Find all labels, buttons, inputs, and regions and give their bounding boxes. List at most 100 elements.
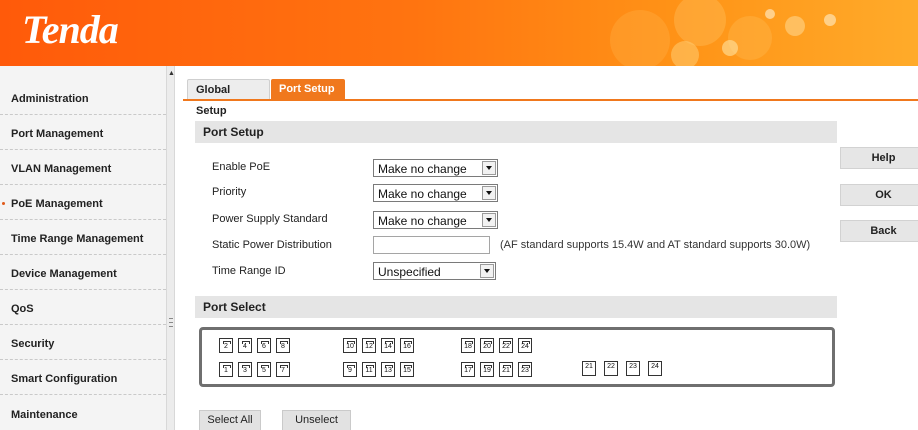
port-10[interactable]: 10: [343, 338, 357, 353]
port-17[interactable]: 17: [461, 362, 475, 377]
sfp-port-22[interactable]: 22: [604, 361, 618, 376]
port-5[interactable]: 5: [257, 362, 271, 377]
sidebar-item-label: Device Management: [11, 268, 117, 280]
port-7[interactable]: 7: [276, 362, 290, 377]
sidebar-item-smart-configuration[interactable]: Smart Configuration: [0, 360, 166, 395]
back-button[interactable]: Back: [840, 220, 918, 242]
port-number: 10: [346, 343, 354, 350]
port-12[interactable]: 12: [362, 338, 376, 353]
sidebar-item-qos[interactable]: QoS: [0, 290, 166, 325]
port-1[interactable]: 1: [219, 362, 233, 377]
collapse-arrow-icon[interactable]: ▲: [168, 70, 175, 77]
sidebar-item-vlan-management[interactable]: VLAN Management: [0, 150, 166, 185]
select-all-button[interactable]: Select All: [199, 410, 261, 430]
port-15[interactable]: 15: [400, 362, 414, 377]
port-9[interactable]: 9: [343, 362, 357, 377]
port-14[interactable]: 14: [381, 338, 395, 353]
port-11[interactable]: 11: [362, 362, 376, 377]
section-title: Port Setup: [203, 125, 264, 139]
port-8[interactable]: 8: [276, 338, 290, 353]
sfp-port-21[interactable]: 21: [582, 361, 596, 376]
port-18[interactable]: 18: [461, 338, 475, 353]
header-bubble-decoration: [610, 0, 836, 66]
chevron-down-icon[interactable]: [482, 213, 496, 227]
chevron-down-icon[interactable]: [480, 264, 494, 278]
enable-poe-label: Enable PoE: [212, 161, 271, 173]
power-supply-standard-select[interactable]: Make no change: [373, 211, 498, 229]
sidebar-splitter[interactable]: ▲: [166, 66, 175, 430]
sidebar-item-label: Smart Configuration: [11, 373, 118, 385]
sfp-port-23[interactable]: 23: [626, 361, 640, 376]
static-power-hint: (AF standard supports 15.4W and AT stand…: [500, 239, 811, 251]
port-20[interactable]: 20: [480, 338, 494, 353]
port-select-panel: 2 4 6 8 10 12 14 16 18 20 22 24 1 3 5 7 9 11 13 15 17 19 21 23 2…: [199, 327, 835, 387]
port-24[interactable]: 24: [518, 338, 532, 353]
port-number: 22: [607, 363, 615, 370]
sidebar-item-device-management[interactable]: Device Management: [0, 255, 166, 290]
port-19[interactable]: 19: [480, 362, 494, 377]
port-3[interactable]: 3: [238, 362, 252, 377]
help-button[interactable]: Help: [840, 147, 918, 169]
sidebar-item-maintenance[interactable]: Maintenance: [0, 395, 166, 430]
port-number: 20: [483, 343, 491, 350]
port-number: 4: [243, 343, 247, 350]
static-power-distribution-label: Static Power Distribution: [212, 239, 332, 251]
time-range-id-select[interactable]: Unspecified: [373, 262, 496, 280]
sidebar-nav: Administration Port Management VLAN Mana…: [0, 66, 166, 430]
port-number: 21: [585, 363, 593, 370]
port-23[interactable]: 23: [518, 362, 532, 377]
port-2[interactable]: 2: [219, 338, 233, 353]
port-number: 5: [262, 367, 266, 374]
port-select-section-header: Port Select: [195, 296, 837, 318]
port-number: 24: [651, 363, 659, 370]
sfp-port-24[interactable]: 24: [648, 361, 662, 376]
port-number: 15: [403, 367, 411, 374]
sidebar-item-poe-management[interactable]: PoE Management: [0, 185, 166, 220]
port-number: 6: [262, 343, 266, 350]
sidebar-item-label: VLAN Management: [11, 163, 112, 175]
active-bullet-icon: [2, 202, 5, 205]
port-number: 18: [464, 343, 472, 350]
port-number: 19: [483, 367, 491, 374]
ok-button[interactable]: OK: [840, 184, 918, 206]
splitter-grip-icon[interactable]: [169, 318, 173, 327]
sidebar-item-administration[interactable]: Administration: [0, 80, 166, 115]
tab-port-setup[interactable]: Port Setup: [271, 79, 345, 100]
port-21[interactable]: 21: [499, 362, 513, 377]
unselect-button[interactable]: Unselect: [282, 410, 351, 430]
port-4[interactable]: 4: [238, 338, 252, 353]
enable-poe-select[interactable]: Make no change: [373, 159, 498, 177]
power-supply-standard-value: Make no change: [378, 214, 467, 228]
static-power-input[interactable]: [373, 236, 490, 254]
sidebar-item-security[interactable]: Security: [0, 325, 166, 360]
port-number: 9: [348, 367, 352, 374]
time-range-id-value: Unspecified: [378, 265, 441, 279]
tab-global-setup[interactable]: Global Setup: [187, 79, 270, 117]
port-number: 21: [502, 367, 510, 374]
port-number: 22: [502, 343, 510, 350]
sidebar-item-label: PoE Management: [11, 198, 103, 210]
sidebar-item-port-management[interactable]: Port Management: [0, 115, 166, 150]
unselect-label: Unselect: [295, 414, 338, 426]
section-title: Port Select: [203, 300, 266, 314]
sidebar-item-label: Maintenance: [11, 409, 78, 421]
tab-underline: [183, 99, 918, 101]
chevron-down-icon[interactable]: [482, 161, 496, 175]
ok-button-label: OK: [875, 189, 892, 201]
port-number: 13: [384, 367, 392, 374]
port-13[interactable]: 13: [381, 362, 395, 377]
enable-poe-value: Make no change: [378, 162, 467, 176]
sidebar-item-label: QoS: [11, 303, 34, 315]
port-6[interactable]: 6: [257, 338, 271, 353]
sidebar-item-label: Port Management: [11, 128, 104, 140]
chevron-down-icon[interactable]: [482, 186, 496, 200]
port-number: 7: [281, 367, 285, 374]
port-number: 8: [281, 343, 285, 350]
port-number: 24: [521, 343, 529, 350]
priority-select[interactable]: Make no change: [373, 184, 498, 202]
port-16[interactable]: 16: [400, 338, 414, 353]
sidebar-item-time-range-management[interactable]: Time Range Management: [0, 220, 166, 255]
port-22[interactable]: 22: [499, 338, 513, 353]
help-button-label: Help: [871, 152, 896, 164]
top-banner: Tenda: [0, 0, 918, 66]
